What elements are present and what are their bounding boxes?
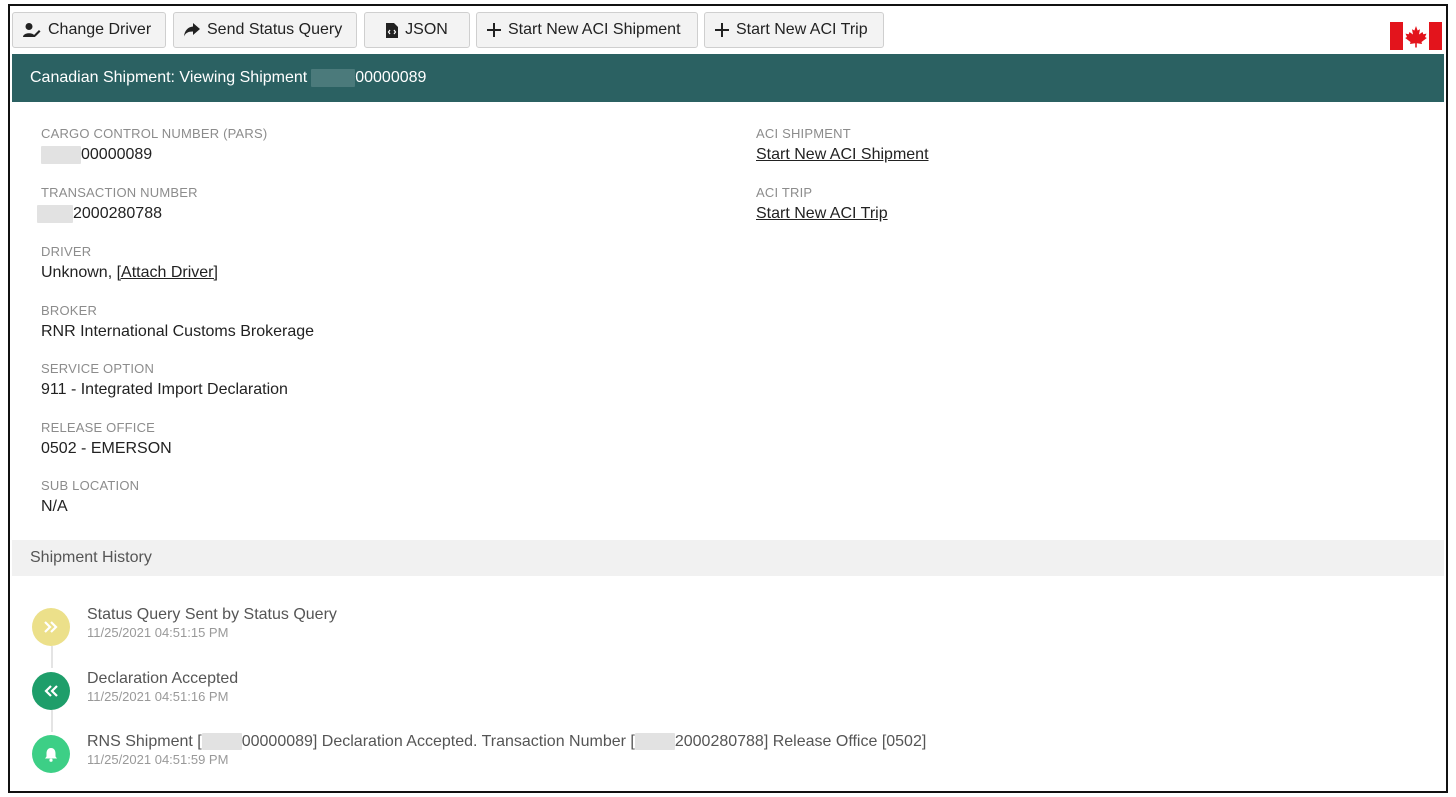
release-office-value: 0502 - EMERSON — [41, 440, 172, 457]
history-entry-time: 11/25/2021 04:51:15 PM — [87, 625, 229, 640]
aci-trip-label: ACI TRIP — [756, 185, 813, 200]
start-new-aci-shipment-label: Start New ACI Shipment — [508, 21, 681, 38]
history-entry-text: RNS Shipment [ 00000089] Declaration Acce… — [87, 733, 926, 751]
bell-icon — [45, 747, 57, 762]
broker-field: BROKER RNR International Customs Brokera… — [41, 303, 314, 341]
release-office-field: RELEASE OFFICE 0502 - EMERSON — [41, 420, 172, 458]
json-label: JSON — [405, 21, 448, 38]
history-entry-text: Status Query Sent by Status Query — [87, 606, 337, 623]
driver-label: DRIVER — [41, 244, 92, 259]
service-option-label: SERVICE OPTION — [41, 361, 155, 376]
shipment-window: Change Driver Send Status Query JSON Sta… — [8, 4, 1448, 793]
transaction-number-row: 2000280788 — [37, 205, 198, 223]
toolbar: Change Driver Send Status Query JSON Sta… — [12, 12, 1444, 50]
driver-value-row: Unknown, [Attach Driver] — [41, 264, 218, 282]
release-office-label: RELEASE OFFICE — [41, 420, 156, 435]
start-new-aci-trip-link[interactable]: Start New ACI Trip — [756, 205, 888, 222]
change-driver-label: Change Driver — [48, 21, 152, 38]
history-entry: RNS Shipment [ 00000089] Declaration Acce… — [87, 733, 926, 767]
history-entry: Status Query Sent by Status Query 11/25/… — [87, 606, 337, 640]
history-entry-time: 11/25/2021 04:51:16 PM — [87, 689, 229, 704]
start-new-aci-trip-button[interactable]: Start New ACI Trip — [704, 12, 884, 48]
change-driver-button[interactable]: Change Driver — [12, 12, 166, 48]
ccn-value: 00000089 — [81, 146, 153, 164]
driver-field: DRIVER Unknown, [Attach Driver] — [41, 244, 218, 282]
send-status-query-button[interactable]: Send Status Query — [173, 12, 357, 48]
aci-trip-field: ACI TRIP Start New ACI Trip — [756, 185, 888, 223]
json-button[interactable]: JSON — [364, 12, 470, 48]
shipment-history-header: Shipment History — [12, 540, 1444, 576]
start-new-aci-trip-label: Start New ACI Trip — [736, 21, 868, 38]
user-edit-icon — [23, 23, 41, 37]
redacted-prefix — [634, 733, 675, 751]
history-entry-text-part: 2000280788] Release Office [0502] — [674, 733, 927, 750]
redacted-prefix — [311, 69, 356, 87]
timeline-connector — [51, 710, 53, 732]
history-entry: Declaration Accepted 11/25/2021 04:51:16… — [87, 670, 238, 704]
history-entry-text-part: RNS Shipment [ — [87, 733, 202, 750]
transaction-number-label: TRANSACTION NUMBER — [41, 185, 198, 200]
history-entry-time: 11/25/2021 04:51:59 PM — [87, 752, 229, 767]
start-new-aci-shipment-link[interactable]: Start New ACI Shipment — [756, 146, 929, 163]
ccn-field: CARGO CONTROL NUMBER (PARS) 00000089 — [41, 126, 267, 164]
timeline-marker — [32, 735, 70, 773]
redacted-prefix — [41, 146, 81, 164]
plus-icon — [715, 23, 729, 37]
ccn-label: CARGO CONTROL NUMBER (PARS) — [41, 126, 268, 141]
shipment-number: 00000089 — [355, 69, 427, 86]
aci-shipment-label: ACI SHIPMENT — [756, 126, 851, 141]
timeline-marker — [32, 608, 70, 646]
canada-flag-icon — [1390, 22, 1442, 50]
page-title-bar: Canadian Shipment: Viewing Shipment 0000… — [12, 54, 1444, 102]
aci-shipment-field: ACI SHIPMENT Start New ACI Shipment — [756, 126, 929, 164]
redacted-prefix — [201, 733, 242, 751]
driver-value: Unknown, — [41, 264, 117, 281]
plus-icon — [487, 23, 501, 37]
sub-location-value: N/A — [41, 498, 68, 515]
broker-value: RNR International Customs Brokerage — [41, 323, 315, 340]
service-option-value: 911 - Integrated Import Declaration — [41, 381, 288, 398]
double-chevron-right-icon — [44, 621, 58, 633]
sub-location-label: SUB LOCATION — [41, 478, 140, 493]
redacted-prefix — [37, 205, 73, 223]
service-option-field: SERVICE OPTION 911 - Integrated Import D… — [41, 361, 288, 399]
send-status-query-label: Send Status Query — [207, 21, 343, 38]
attach-driver-link[interactable]: [Attach Driver] — [117, 264, 218, 281]
start-new-aci-shipment-button[interactable]: Start New ACI Shipment — [476, 12, 698, 48]
transaction-number-field: TRANSACTION NUMBER 2000280788 — [37, 185, 198, 223]
share-arrow-icon — [184, 23, 200, 37]
history-entry-text: Declaration Accepted — [87, 670, 239, 687]
ccn-value-row: 00000089 — [41, 146, 267, 164]
sub-location-field: SUB LOCATION N/A — [41, 478, 139, 516]
history-entry-text-part: 00000089] Declaration Accepted. Transact… — [241, 733, 635, 750]
page-title: Canadian Shipment: Viewing Shipment — [30, 69, 308, 86]
transaction-number-value: 2000280788 — [73, 205, 162, 223]
timeline-marker — [32, 672, 70, 710]
double-chevron-left-icon — [44, 685, 58, 697]
shipment-history-title: Shipment History — [30, 549, 152, 566]
file-code-icon — [386, 22, 399, 38]
timeline-connector — [51, 646, 53, 668]
broker-label: BROKER — [41, 303, 98, 318]
